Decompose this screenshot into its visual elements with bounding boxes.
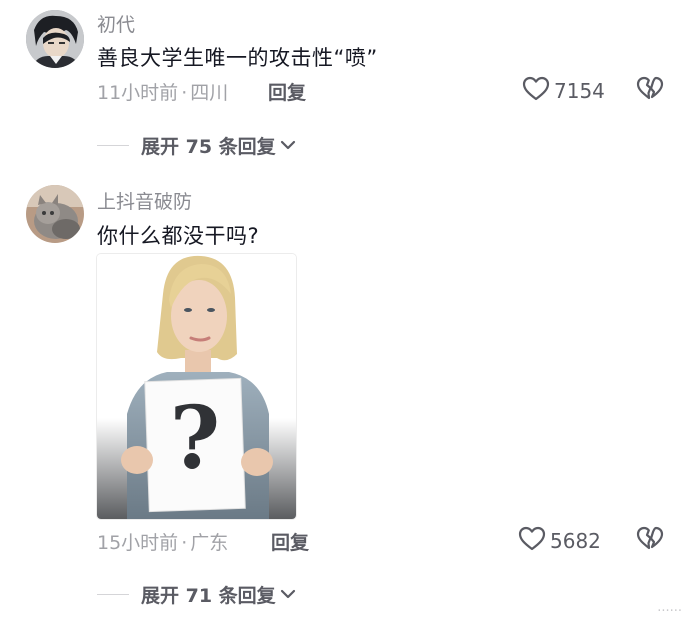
divider-line [97, 145, 129, 146]
watermark: ...... [657, 600, 682, 615]
comment-item: 初代 善良大学生唯一的攻击性“喷” 11小时前 · 四川 回复 7154 展开 75… [0, 0, 690, 170]
meta-separator: · [181, 82, 188, 104]
expand-replies-label: 展开 71 条回复 [141, 585, 276, 607]
username[interactable]: 上抖音破防 [97, 187, 192, 214]
meta-separator: · [181, 532, 188, 554]
expand-replies-button[interactable]: 展开 75 条回复 [97, 132, 296, 159]
comment-item: 上抖音破防 你什么都没干吗? ? 15小时前 · 广东 回复 5682 展开 7… [0, 170, 690, 627]
comment-meta: 15小时前 · 广东 [97, 528, 228, 555]
chevron-down-icon [280, 585, 296, 604]
timestamp: 15小时前 [97, 532, 179, 554]
avatar-image [26, 10, 84, 68]
like-count: 5682 [550, 529, 601, 553]
expand-replies-button[interactable]: 展开 71 条回复 [97, 581, 296, 608]
question-mark-glyph: ? [170, 388, 220, 489]
heart-outline-icon [518, 526, 546, 556]
question-mark-photo: ? [97, 254, 296, 519]
username[interactable]: 初代 [97, 10, 135, 37]
dislike-button[interactable] [636, 76, 664, 106]
chevron-down-icon [280, 136, 296, 155]
reply-button[interactable]: 回复 [268, 78, 306, 105]
avatar-image [26, 185, 84, 243]
comment-meta: 11小时前 · 四川 [97, 78, 228, 105]
reply-button[interactable]: 回复 [271, 528, 309, 555]
like-button[interactable]: 7154 [522, 76, 605, 106]
like-button[interactable]: 5682 [518, 526, 601, 556]
broken-heart-icon [636, 526, 664, 556]
location: 四川 [190, 82, 229, 104]
timestamp: 11小时前 [97, 82, 179, 104]
avatar[interactable] [26, 10, 84, 68]
divider-line [97, 594, 129, 595]
dislike-button[interactable] [636, 526, 664, 556]
heart-outline-icon [522, 76, 550, 106]
expand-replies-label: 展开 75 条回复 [141, 136, 276, 158]
broken-heart-icon [636, 76, 664, 106]
like-count: 7154 [554, 79, 605, 103]
avatar[interactable] [26, 185, 84, 243]
comment-image[interactable]: ? [96, 253, 297, 520]
comment-text: 善良大学生唯一的攻击性“喷” [97, 46, 378, 70]
location: 广东 [190, 532, 229, 554]
comment-text: 你什么都没干吗? [97, 224, 260, 248]
